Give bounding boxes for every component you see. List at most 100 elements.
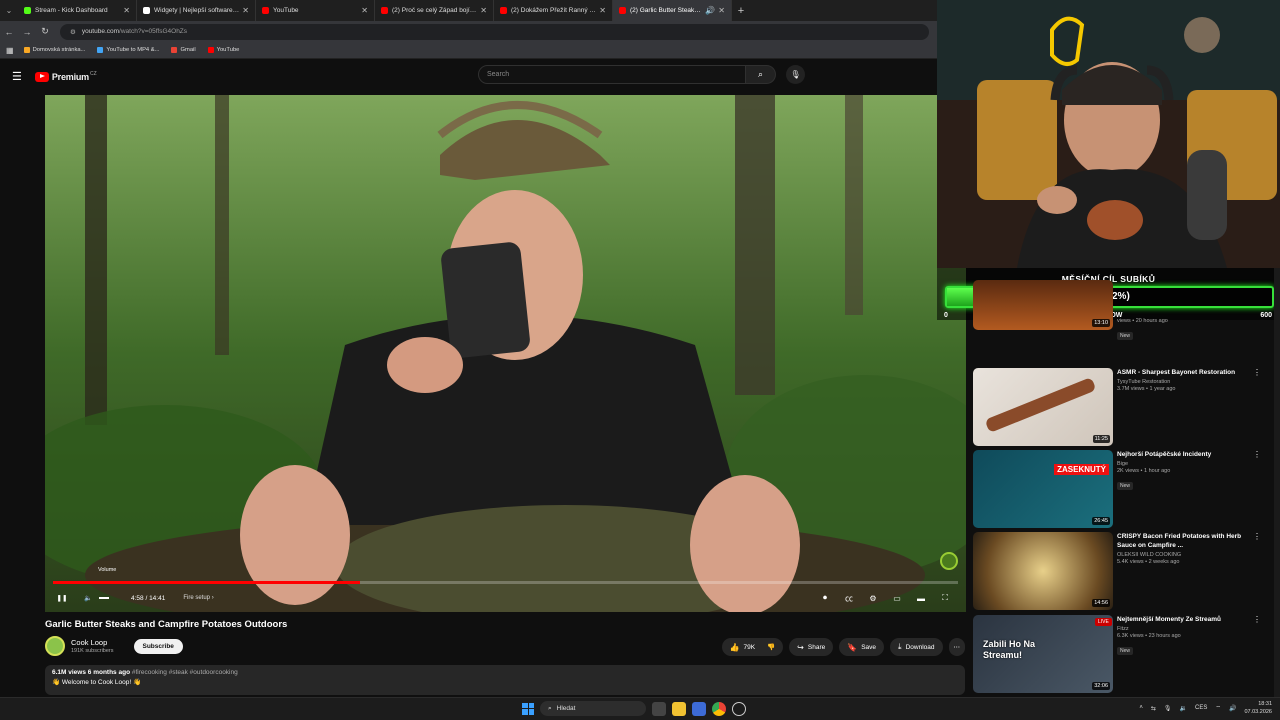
url-field[interactable]: ⚙ youtube.com/watch?v=05ffsG4OhZs bbox=[60, 23, 929, 40]
download-button[interactable]: ⤓ Download bbox=[890, 638, 943, 656]
youtube-favicon-icon bbox=[381, 7, 388, 14]
more-vert-icon[interactable]: ⋮ bbox=[1253, 615, 1261, 624]
network-icon[interactable]: ⇆ bbox=[1151, 705, 1156, 712]
volume-button[interactable]: 🔈 bbox=[79, 589, 97, 607]
tab-search-icon[interactable]: ⌄ bbox=[0, 0, 18, 21]
back-arrow-icon[interactable]: ← bbox=[0, 27, 18, 37]
theater-mode-icon[interactable]: ▬ bbox=[912, 589, 930, 607]
more-icon: ⋯ bbox=[953, 644, 961, 651]
microphone-icon[interactable]: 🎙 bbox=[1164, 705, 1172, 712]
speaker-icon[interactable]: 🔊 bbox=[705, 6, 715, 15]
bookmark-item[interactable]: Domovská stránka... bbox=[23, 47, 85, 53]
speaker-icon[interactable]: 🔊 bbox=[1229, 705, 1236, 712]
menu-icon[interactable]: ☰ bbox=[12, 70, 22, 83]
list-item[interactable]: 14:56 CRISPY Bacon Fried Potatoes with H… bbox=[973, 532, 1273, 610]
more-vert-icon[interactable]: ⋮ bbox=[1253, 450, 1261, 459]
forward-arrow-icon[interactable]: → bbox=[18, 27, 36, 37]
video-thumbnail[interactable]: 14:56 bbox=[973, 532, 1113, 610]
site-info-icon[interactable]: ⚙ bbox=[70, 28, 76, 36]
url-host: youtube.com bbox=[81, 28, 120, 35]
bookmark-item[interactable]: YouTube to MP4 &... bbox=[97, 47, 159, 53]
video-thumbnail[interactable]: 13:10 bbox=[973, 280, 1113, 330]
channel-avatar[interactable] bbox=[45, 636, 65, 656]
list-item[interactable]: LIVE Zabili Ho Na Streamu! 32:06 Nejtemn… bbox=[973, 615, 1273, 693]
store-icon[interactable] bbox=[692, 701, 706, 716]
gmail-icon bbox=[171, 47, 178, 53]
channel-watermark[interactable] bbox=[940, 552, 958, 570]
fullscreen-icon[interactable]: ⛶ bbox=[936, 589, 954, 607]
close-tab-icon[interactable]: ✕ bbox=[718, 6, 725, 15]
more-vert-icon[interactable]: ⋮ bbox=[1253, 368, 1261, 377]
channel-row: Cook Loop 191K subscribers Subscribe 👍 79… bbox=[45, 636, 965, 656]
taskbar-search[interactable]: ⌕ Hledat bbox=[540, 701, 646, 716]
browser-tab[interactable]: Stream - Kick Dashboard ✕ bbox=[18, 0, 137, 21]
app-icon[interactable] bbox=[732, 701, 746, 716]
bookmarks-bar: ▦ Domovská stránka... YouTube to MP4 &..… bbox=[0, 42, 937, 59]
bookmark-item[interactable]: YouTube bbox=[207, 47, 239, 53]
chrome-icon[interactable] bbox=[712, 701, 726, 716]
reload-icon[interactable]: ↻ bbox=[36, 26, 54, 37]
browser-tab[interactable]: (2) Dokážem Přežít Ranný Rutin ✕ bbox=[494, 0, 613, 21]
clock[interactable]: 18:31 07.03.2026 bbox=[1244, 700, 1272, 716]
page-scrollbar[interactable] bbox=[1274, 268, 1280, 698]
browser-tab[interactable]: YouTube ✕ bbox=[256, 0, 375, 21]
youtube-favicon-icon bbox=[500, 7, 507, 14]
dislike-icon[interactable]: 👎 bbox=[767, 643, 775, 651]
windows-start-icon[interactable] bbox=[522, 702, 534, 715]
autoplay-toggle-icon[interactable]: ⏺ bbox=[816, 589, 834, 607]
description-box[interactable]: 6.1M views 6 months ago #firecooking #st… bbox=[45, 665, 965, 695]
apps-grid-icon[interactable]: ▦ bbox=[6, 46, 14, 55]
youtube-play-icon bbox=[34, 71, 49, 82]
more-actions-button[interactable]: ⋯ bbox=[948, 638, 965, 656]
new-tab-button[interactable]: + bbox=[732, 0, 750, 21]
video-thumbnail[interactable]: 11:25 bbox=[973, 368, 1113, 446]
video-info: views • 20 hours ago New bbox=[1117, 318, 1168, 340]
list-item[interactable]: 11:25 ASMR - Sharpest Bayonet Restoratio… bbox=[973, 368, 1273, 446]
search-input[interactable]: Search bbox=[478, 65, 746, 84]
search-button[interactable]: ⌕ bbox=[746, 65, 776, 84]
video-info: CRISPY Bacon Fried Potatoes with Herb Sa… bbox=[1117, 533, 1242, 565]
video-player[interactable]: Volume ❚❚ 🔈 4:58 / 14:41 Fire setup › ⏺ … bbox=[45, 95, 966, 612]
video-thumbnail[interactable]: ZASEKNUTÝ 26:45 bbox=[973, 450, 1113, 528]
chevron-up-icon[interactable]: ˄ bbox=[1139, 705, 1143, 711]
browser-tab[interactable]: Widgety | Nejlepší software pro ✕ bbox=[137, 0, 256, 21]
subscribe-button[interactable]: Subscribe bbox=[133, 638, 183, 654]
language-indicator[interactable]: CES bbox=[1195, 705, 1207, 711]
captions-icon[interactable]: ㏄ bbox=[840, 589, 858, 607]
more-vert-icon[interactable]: ⋮ bbox=[1253, 532, 1261, 541]
bookmark-item[interactable]: Gmail bbox=[171, 47, 196, 53]
thumbnail-caption: ZASEKNUTÝ bbox=[1054, 464, 1109, 475]
youtube-logo[interactable]: Premium CZ bbox=[34, 71, 97, 82]
like-button[interactable]: 👍 79K 👎 bbox=[721, 638, 784, 656]
close-tab-icon[interactable]: ✕ bbox=[242, 6, 249, 15]
list-item[interactable]: 13:10 views • 20 hours ago New bbox=[973, 280, 1273, 340]
hashtags[interactable]: #firecooking #steak #outdoorcooking bbox=[132, 669, 238, 676]
voice-search-button[interactable]: 🎙 bbox=[786, 65, 805, 84]
save-button[interactable]: 🔖 Save bbox=[839, 638, 885, 656]
video-info: Nejhorší Potápěčské Incidenty Bige 2K vi… bbox=[1117, 451, 1212, 490]
miniplayer-icon[interactable]: ▭ bbox=[888, 589, 906, 607]
browser-tab[interactable]: (2) Proč se celý Západ bojí těcht ✕ bbox=[375, 0, 494, 21]
wifi-icon[interactable]: ⌔ bbox=[1215, 704, 1221, 712]
close-tab-icon[interactable]: ✕ bbox=[123, 6, 130, 15]
close-tab-icon[interactable]: ✕ bbox=[599, 6, 606, 15]
settings-gear-icon[interactable]: ⚙ bbox=[864, 589, 882, 607]
share-button[interactable]: ↪ Share bbox=[789, 638, 834, 656]
taskbar-center: ⌕ Hledat bbox=[522, 701, 746, 716]
video-thumbnail[interactable]: LIVE Zabili Ho Na Streamu! 32:06 bbox=[973, 615, 1113, 693]
close-tab-icon[interactable]: ✕ bbox=[480, 6, 487, 15]
pause-button[interactable]: ❚❚ bbox=[53, 589, 71, 607]
share-icon: ↪ bbox=[797, 642, 804, 652]
close-tab-icon[interactable]: ✕ bbox=[361, 6, 368, 15]
windows-taskbar: ⌕ Hledat ˄ ⇆ 🎙 🔉 CES ⌔ 🔊 18:31 07.03.2026 bbox=[0, 697, 1280, 720]
task-view-icon[interactable] bbox=[652, 701, 666, 716]
channel-info: Cook Loop 191K subscribers bbox=[71, 638, 114, 654]
file-explorer-icon[interactable] bbox=[672, 701, 686, 716]
list-item[interactable]: ZASEKNUTÝ 26:45 Nejhorší Potápěčské Inci… bbox=[973, 450, 1273, 528]
browser-tab-active[interactable]: (2) Garlic Butter Steaks and 🔊 ✕ bbox=[613, 0, 732, 21]
channel-name[interactable]: Cook Loop bbox=[71, 638, 114, 647]
youtube-icon bbox=[207, 47, 214, 53]
volume-slider[interactable] bbox=[99, 597, 109, 599]
chapter-title[interactable]: Fire setup › bbox=[183, 595, 213, 601]
volume-icon[interactable]: 🔉 bbox=[1180, 705, 1187, 712]
